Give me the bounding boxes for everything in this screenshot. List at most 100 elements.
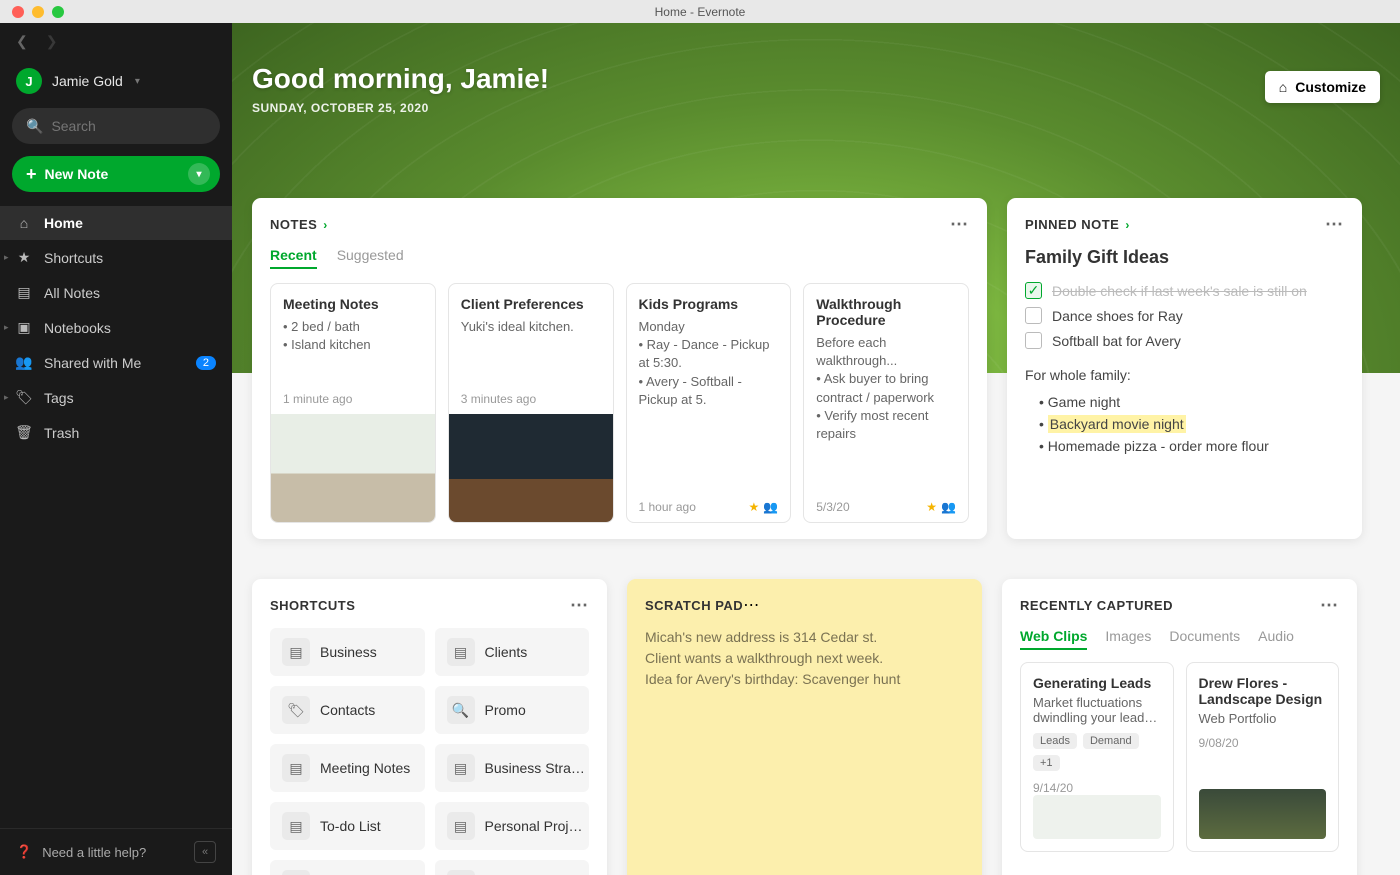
captured-date: 9/14/20 bbox=[1033, 781, 1161, 795]
note-snippet: Before each walkthrough...• Ask buyer to… bbox=[816, 334, 956, 443]
note-icon: ▤ bbox=[447, 754, 475, 782]
rc-tab-images[interactable]: Images bbox=[1105, 628, 1151, 650]
shortcut-item[interactable]: ▤Business bbox=[270, 628, 425, 676]
sidebar-item-all-notes[interactable]: ▤All Notes bbox=[0, 275, 232, 310]
checkbox-icon[interactable] bbox=[1025, 307, 1042, 324]
search-icon: 🔍 bbox=[282, 870, 310, 875]
note-card[interactable]: Meeting Notes • 2 bed / bath• Island kitc… bbox=[270, 283, 436, 523]
help-link[interactable]: ❓ Need a little help? « bbox=[0, 828, 232, 875]
pinned-widget-title[interactable]: PINNED NOTE › bbox=[1025, 217, 1130, 232]
scratch-content[interactable]: Micah's new address is 314 Cedar st.Clie… bbox=[645, 627, 964, 690]
recent-more-button[interactable]: ⋯ bbox=[1320, 595, 1339, 616]
bullet-item: • Game night bbox=[1025, 391, 1344, 413]
note-card[interactable]: Walkthrough Procedure Before each walkthr… bbox=[803, 283, 969, 523]
scratch-more-button[interactable]: ⋯ bbox=[743, 595, 759, 615]
rc-tab-audio[interactable]: Audio bbox=[1258, 628, 1294, 650]
shortcut-item[interactable]: ▤Personal Proj… bbox=[435, 802, 590, 850]
captured-date: 9/08/20 bbox=[1199, 736, 1327, 750]
note-foot: 1 hour ago★👥 bbox=[627, 492, 791, 522]
sidebar-item-label: Shared with Me bbox=[44, 355, 141, 371]
caret-icon: ▸ bbox=[4, 392, 9, 403]
shortcut-item[interactable]: ▤To-do List bbox=[270, 802, 425, 850]
note-card[interactable]: Kids ProgramsMonday• Ray - Dance - Picku… bbox=[626, 283, 792, 523]
nav-forward-icon[interactable]: ❯ bbox=[46, 33, 58, 50]
nav-back-icon[interactable]: ❮ bbox=[16, 33, 28, 50]
captured-card[interactable]: Generating LeadsMarket fluctuations dwin… bbox=[1020, 662, 1174, 852]
tab-recent[interactable]: Recent bbox=[270, 247, 317, 269]
captured-tags: LeadsDemand+1 bbox=[1033, 733, 1161, 771]
sidebar-item-tags[interactable]: ▸🏷Tags bbox=[0, 380, 232, 415]
search-input[interactable]: 🔍 bbox=[12, 108, 220, 144]
note-icon: ▤ bbox=[282, 754, 310, 782]
sidebar-item-label: Shortcuts bbox=[44, 250, 103, 266]
note-icon: ▤ bbox=[16, 284, 32, 301]
checklist-text: Dance shoes for Ray bbox=[1052, 308, 1183, 324]
pinned-subhead: For whole family: bbox=[1025, 367, 1344, 383]
new-note-button[interactable]: + New Note ▾ bbox=[12, 156, 220, 192]
shortcut-item[interactable]: ▤Business Stra… bbox=[435, 744, 590, 792]
user-name: Jamie Gold bbox=[52, 73, 123, 89]
shortcut-label: Promo bbox=[485, 702, 526, 718]
note-foot: 5/3/20★👥 bbox=[804, 492, 968, 522]
close-icon[interactable] bbox=[12, 6, 24, 18]
shortcut-item[interactable]: 🔍Promo bbox=[435, 686, 590, 734]
shortcut-label: To-do List bbox=[320, 818, 381, 834]
shortcut-label: Personal Proj… bbox=[485, 818, 583, 834]
note-title: Walkthrough Procedure bbox=[816, 296, 956, 328]
captured-card[interactable]: Drew Flores - Landscape Design Web Portfo… bbox=[1186, 662, 1340, 852]
note-card[interactable]: Client PreferencesYuki's ideal kitchen.3… bbox=[448, 283, 614, 523]
note-title: Client Preferences bbox=[461, 296, 601, 312]
user-menu[interactable]: J Jamie Gold ▾ bbox=[0, 60, 232, 108]
rc-tab-web-clips[interactable]: Web Clips bbox=[1020, 628, 1087, 650]
customize-button[interactable]: ⌂ Customize bbox=[1265, 71, 1380, 103]
nav-list: ⌂Home▸★Shortcuts▤All Notes▸▣Notebooks👥Sh… bbox=[0, 206, 232, 450]
star-icon: ★ bbox=[926, 500, 937, 514]
note-snippet: Yuki's ideal kitchen. bbox=[461, 318, 601, 336]
shortcut-item[interactable]: 🔍Maui bbox=[270, 860, 425, 875]
new-note-label: New Note bbox=[45, 166, 109, 182]
tag-icon: 🏷 bbox=[16, 389, 32, 406]
notes-more-button[interactable]: ⋯ bbox=[950, 214, 969, 235]
shortcut-label: Clients bbox=[485, 644, 528, 660]
shortcut-item[interactable]: ▤Clients bbox=[435, 628, 590, 676]
note-snippet: • 2 bed / bath• Island kitchen bbox=[283, 318, 423, 354]
window-controls[interactable] bbox=[12, 6, 64, 18]
scratch-pad-widget[interactable]: SCRATCH PAD ⋯ Micah's new address is 314… bbox=[627, 579, 982, 875]
pinned-note-heading: Family Gift Ideas bbox=[1025, 247, 1344, 268]
collapse-sidebar-button[interactable]: « bbox=[194, 841, 216, 863]
sidebar-item-trash[interactable]: 🗑Trash bbox=[0, 415, 232, 450]
note-title: Meeting Notes bbox=[283, 296, 423, 312]
search-field[interactable] bbox=[51, 118, 206, 134]
notes-widget-title[interactable]: NOTES › bbox=[270, 217, 328, 232]
tab-suggested[interactable]: Suggested bbox=[337, 247, 404, 269]
captured-title: Drew Flores - Landscape Design bbox=[1199, 675, 1327, 707]
help-icon: ❓ bbox=[16, 844, 32, 860]
sidebar-item-shared-with-me[interactable]: 👥Shared with Me2 bbox=[0, 345, 232, 380]
sidebar-item-shortcuts[interactable]: ▸★Shortcuts bbox=[0, 240, 232, 275]
minimize-icon[interactable] bbox=[32, 6, 44, 18]
shortcut-item[interactable]: 🏷Leads bbox=[435, 860, 590, 875]
checklist-text: Double check if last week's sale is stil… bbox=[1052, 283, 1307, 299]
shortcuts-widget-title: SHORTCUTS bbox=[270, 598, 355, 613]
rc-tab-documents[interactable]: Documents bbox=[1169, 628, 1240, 650]
sidebar-item-notebooks[interactable]: ▸▣Notebooks bbox=[0, 310, 232, 345]
new-note-dropdown[interactable]: ▾ bbox=[188, 163, 210, 185]
checklist-item[interactable]: ✓ Double check if last week's sale is sti… bbox=[1025, 278, 1344, 303]
checklist-item[interactable]: Dance shoes for Ray bbox=[1025, 303, 1344, 328]
shortcut-item[interactable]: ▤ Meeting Notes bbox=[270, 744, 425, 792]
checkbox-icon[interactable] bbox=[1025, 332, 1042, 349]
shortcuts-more-button[interactable]: ⋯ bbox=[570, 595, 589, 616]
maximize-icon[interactable] bbox=[52, 6, 64, 18]
help-label: Need a little help? bbox=[42, 845, 146, 860]
checkbox-icon[interactable]: ✓ bbox=[1025, 282, 1042, 299]
captured-snippet: Web Portfolio bbox=[1199, 711, 1327, 726]
bullet-item: • Backyard movie night bbox=[1025, 413, 1344, 435]
sidebar-item-home[interactable]: ⌂Home bbox=[0, 206, 232, 240]
badge: 2 bbox=[196, 356, 216, 370]
sidebar: ❮ ❯ J Jamie Gold ▾ 🔍 + New Note ▾ ⌂Home▸… bbox=[0, 23, 232, 875]
shortcut-label: Meeting Notes bbox=[320, 760, 410, 776]
shortcut-item[interactable]: 🏷Contacts bbox=[270, 686, 425, 734]
customize-label: Customize bbox=[1295, 79, 1366, 95]
checklist-item[interactable]: Softball bat for Avery bbox=[1025, 328, 1344, 353]
pinned-more-button[interactable]: ⋯ bbox=[1325, 214, 1344, 235]
